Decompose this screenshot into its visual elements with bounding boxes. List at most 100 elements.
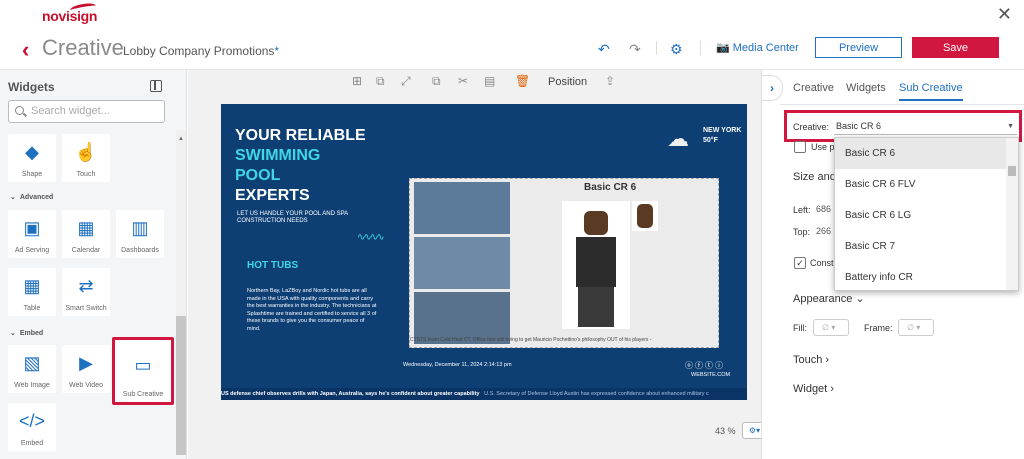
copy-icon[interactable]: ⧉ xyxy=(432,74,441,89)
close-icon[interactable]: ✕ xyxy=(997,4,1012,25)
dropdown-option[interactable]: Basic CR 6 xyxy=(835,138,1018,169)
divider xyxy=(700,41,701,55)
sub-creative-title: Basic CR 6 xyxy=(584,182,637,193)
calendar-icon: ▦ xyxy=(77,218,95,238)
shape-icon: ◆ xyxy=(25,142,39,162)
search-input[interactable]: Search widget... xyxy=(8,100,165,123)
widget-tile-shape[interactable]: ◆ Shape xyxy=(8,134,56,182)
media-center-button[interactable]: 📷 Media Center xyxy=(716,41,799,54)
paste-icon[interactable]: ▤ xyxy=(484,74,495,88)
news-ticker[interactable]: US defense chief observes drills with Ja… xyxy=(221,388,747,400)
widget-tile-sub-creative[interactable]: ▭ Sub Creative xyxy=(112,337,174,405)
caret-down-icon: ▼ xyxy=(1007,123,1014,130)
hot-tubs-body[interactable]: Northern Bay, LaZBoy and Nordic hot tubs… xyxy=(247,288,379,333)
save-button[interactable]: Save xyxy=(912,37,999,58)
dashboards-icon: ▥ xyxy=(131,218,149,238)
slide-canvas[interactable]: YOUR RELIABLE SWIMMING POOL EXPERTS LET … xyxy=(221,104,747,400)
constrain-label: Const xyxy=(810,258,834,268)
align-icon[interactable]: ⊞ xyxy=(352,74,362,88)
touch-icon: ☝ xyxy=(74,142,98,162)
trash-icon[interactable]: 🗑 xyxy=(515,74,530,88)
chevron-down-icon: ⌄ xyxy=(855,293,865,305)
fill-select[interactable]: ∅ ▾ xyxy=(813,319,849,336)
back-arrow-icon[interactable]: ‹ xyxy=(22,37,29,63)
widget-tile-web-video[interactable]: ▶ Web Video xyxy=(62,345,110,393)
preview-button[interactable]: Preview xyxy=(815,37,902,58)
frame-select[interactable]: ∅ ▾ xyxy=(898,319,934,336)
frame-label: Frame: xyxy=(864,323,893,333)
photo-thumb xyxy=(414,182,510,234)
widget-tile-calendar[interactable]: ▦ Calendar xyxy=(62,210,110,258)
tab-creative[interactable]: Creative xyxy=(793,82,834,94)
undo-icon[interactable]: ↶ xyxy=(598,41,610,58)
slide-tagline[interactable]: LET US HANDLE YOUR POOL AND SPA CONSTRUC… xyxy=(237,211,397,225)
dropdown-option[interactable]: Battery info CR xyxy=(835,262,1018,290)
camera-icon: 📷 xyxy=(716,42,730,54)
use-label: Use p xyxy=(811,142,835,152)
redo-icon[interactable]: ↷ xyxy=(629,41,641,58)
photo-thumb xyxy=(414,237,510,289)
panel-scrollbar-thumb[interactable] xyxy=(176,316,186,455)
sub-creative-icon: ▭ xyxy=(134,355,152,375)
divider xyxy=(780,104,1024,105)
weather-widget[interactable]: NEW YORK 50°F xyxy=(703,126,741,146)
chevron-down-icon: ⌄ xyxy=(10,330,16,337)
widget-tile-ad-serving[interactable]: ▣ Ad Serving xyxy=(8,210,56,258)
constrain-checkbox[interactable]: ✓ xyxy=(794,257,806,269)
tab-sub-creative[interactable]: Sub Creative xyxy=(899,82,963,101)
embed-icon: </> xyxy=(18,411,46,431)
position-button[interactable]: Position xyxy=(548,76,587,88)
section-embed[interactable]: ⌄ Embed xyxy=(10,329,43,337)
use-checkbox[interactable] xyxy=(794,141,806,153)
top-label: Top: xyxy=(793,227,811,237)
expand-icon[interactable]: ⤢ xyxy=(401,74,411,89)
widgets-panel-title: Widgets xyxy=(8,80,55,94)
creative-dropdown-list[interactable]: Basic CR 6 Basic CR 6 FLV Basic CR 6 LG … xyxy=(834,137,1019,291)
smart-switch-icon: ⇄ xyxy=(78,276,94,296)
dropdown-option[interactable]: Basic CR 7 xyxy=(835,231,1018,262)
appearance-section[interactable]: Appearance ⌄ xyxy=(793,292,865,305)
group-icon[interactable]: ⧉ xyxy=(376,74,385,89)
dropdown-scrollbar-thumb[interactable] xyxy=(1008,166,1016,176)
date-widget[interactable]: Wednesday, December 11, 2024 2:14:13 pm xyxy=(403,362,512,368)
widget-tile-smart-switch[interactable]: ⇄ Smart Switch xyxy=(62,268,110,316)
ad-serving-icon: ▣ xyxy=(23,218,41,238)
section-advanced[interactable]: ⌄ Advanced xyxy=(10,193,53,201)
top-input[interactable]: 266 xyxy=(816,223,836,240)
cut-icon[interactable]: ✂ xyxy=(458,74,468,88)
left-label: Left: xyxy=(793,205,811,215)
zoom-level: 43 % xyxy=(715,426,736,436)
web-image-icon: ▧ xyxy=(23,353,41,373)
dropdown-option[interactable]: Basic CR 6 LG xyxy=(835,200,1018,231)
minifig-image xyxy=(562,201,630,329)
widget-tile-table[interactable]: ▦ Table xyxy=(8,268,56,316)
website-label[interactable]: WEBSITE.COM xyxy=(691,372,730,378)
scroll-up-icon[interactable]: ▲ xyxy=(178,136,184,142)
widget-section[interactable]: Widget › xyxy=(793,383,834,395)
widget-tile-embed[interactable]: </> Embed xyxy=(8,403,56,451)
sub-creative-widget[interactable]: Basic CR 6 CTSTS team Cold Heat CT, Offi… xyxy=(409,178,719,348)
tab-widgets[interactable]: Widgets xyxy=(846,82,886,94)
minifig-head-image xyxy=(632,201,658,231)
dropdown-scrollbar[interactable] xyxy=(1006,138,1018,290)
dropdown-option[interactable]: Basic CR 6 FLV xyxy=(835,169,1018,200)
slide-headline[interactable]: YOUR RELIABLE SWIMMING POOL EXPERTS xyxy=(235,126,366,206)
gear-icon[interactable]: ⚙ xyxy=(670,41,683,58)
page-title: Creative xyxy=(42,35,124,60)
widget-tile-dashboards[interactable]: ▥ Dashboards xyxy=(116,210,164,258)
chevron-right-icon[interactable]: › xyxy=(761,75,783,101)
size-section-label[interactable]: Size and xyxy=(793,171,836,183)
hot-tubs-title[interactable]: HOT TUBS xyxy=(247,260,298,271)
export-icon[interactable]: ⇪ xyxy=(605,74,615,88)
novisign-logo: novisign xyxy=(42,1,97,24)
web-video-icon: ▶ xyxy=(79,353,93,373)
collapse-panel-icon[interactable] xyxy=(150,80,162,92)
widget-tile-web-image[interactable]: ▧ Web Image xyxy=(8,345,56,393)
divider xyxy=(656,41,657,55)
project-name[interactable]: Lobby Company Promotions* xyxy=(123,44,279,58)
wave-decoration: ∿∿∿∿ xyxy=(357,232,385,243)
widget-tile-touch[interactable]: ☝ Touch xyxy=(62,134,110,182)
left-input[interactable]: 686 xyxy=(816,201,836,218)
touch-section[interactable]: Touch › xyxy=(793,354,829,366)
creative-select[interactable]: Basic CR 6 ▼ xyxy=(834,118,1017,135)
